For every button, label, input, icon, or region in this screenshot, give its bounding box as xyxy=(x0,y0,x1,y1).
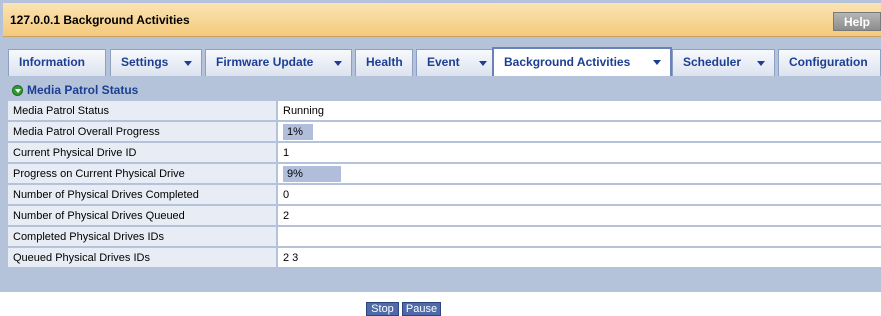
progress-bar: 9% xyxy=(283,165,341,182)
row-label: Number of Physical Drives Completed xyxy=(8,184,278,206)
stop-button[interactable]: Stop xyxy=(366,302,399,316)
table-row: Completed Physical Drives IDs xyxy=(8,226,881,248)
chevron-down-icon[interactable] xyxy=(334,61,342,66)
chevron-down-icon[interactable] xyxy=(757,61,765,66)
tab-label: Health xyxy=(366,55,403,69)
row-value: 2 3 xyxy=(277,247,881,269)
tab-label: Configuration xyxy=(789,55,868,69)
row-value: 9% xyxy=(277,163,881,185)
chevron-down-icon[interactable] xyxy=(479,61,487,66)
row-label: Queued Physical Drives IDs xyxy=(8,247,278,269)
tab-information[interactable]: Information xyxy=(8,49,106,76)
table-row: Current Physical Drive ID 1 xyxy=(8,142,881,164)
tab-background-activities[interactable]: Background Activities xyxy=(492,47,672,76)
progress-bar: 1% xyxy=(283,123,313,140)
row-value: 2 xyxy=(277,205,881,227)
row-label: Current Physical Drive ID xyxy=(8,142,278,164)
table-row: Number of Physical Drives Queued 2 xyxy=(8,205,881,227)
tab-label: Scheduler xyxy=(683,55,742,69)
tab-scheduler[interactable]: Scheduler xyxy=(672,49,775,76)
row-value xyxy=(277,226,881,248)
window-title: 127.0.0.1 Background Activities xyxy=(10,13,190,27)
tab-configuration[interactable]: Configuration xyxy=(778,49,881,76)
tab-settings[interactable]: Settings xyxy=(110,49,202,76)
tab-event[interactable]: Event xyxy=(416,49,497,76)
row-value: 1% xyxy=(277,121,881,143)
row-label: Progress on Current Physical Drive xyxy=(8,163,278,185)
action-bar: Stop Pause xyxy=(0,302,881,316)
table-row: Media Patrol Status Running xyxy=(8,101,881,122)
row-label: Completed Physical Drives IDs xyxy=(8,226,278,248)
table-row: Media Patrol Overall Progress 1% xyxy=(8,121,881,143)
tab-label: Event xyxy=(427,55,460,69)
tab-health[interactable]: Health xyxy=(355,49,413,76)
pause-button[interactable]: Pause xyxy=(402,302,441,316)
tab-bar: Information Settings Firmware Update Hea… xyxy=(8,47,881,77)
chevron-down-icon[interactable] xyxy=(653,60,661,65)
row-value: Running xyxy=(277,101,881,122)
chevron-down-icon[interactable] xyxy=(184,61,192,66)
row-label: Media Patrol Status xyxy=(8,101,278,122)
tab-label: Firmware Update xyxy=(216,55,314,69)
row-label: Number of Physical Drives Queued xyxy=(8,205,278,227)
collapse-arrow-icon[interactable] xyxy=(12,85,23,96)
section-title: Media Patrol Status xyxy=(27,83,139,97)
status-table: Media Patrol Status Running Media Patrol… xyxy=(8,101,881,269)
row-value: 1 xyxy=(277,142,881,164)
table-row: Progress on Current Physical Drive 9% xyxy=(8,163,881,185)
row-label: Media Patrol Overall Progress xyxy=(8,121,278,143)
tab-firmware-update[interactable]: Firmware Update xyxy=(205,49,352,76)
table-row: Queued Physical Drives IDs 2 3 xyxy=(8,247,881,269)
help-button[interactable]: Help xyxy=(833,12,881,31)
row-value: 0 xyxy=(277,184,881,206)
app-frame: 127.0.0.1 Background Activities Help Inf… xyxy=(0,0,881,292)
title-bar: 127.0.0.1 Background Activities Help xyxy=(3,3,881,37)
tab-label: Settings xyxy=(121,55,169,69)
tab-label: Information xyxy=(19,55,85,69)
tab-label: Background Activities xyxy=(504,55,631,69)
table-row: Number of Physical Drives Completed 0 xyxy=(8,184,881,206)
section-header[interactable]: Media Patrol Status xyxy=(8,81,881,100)
